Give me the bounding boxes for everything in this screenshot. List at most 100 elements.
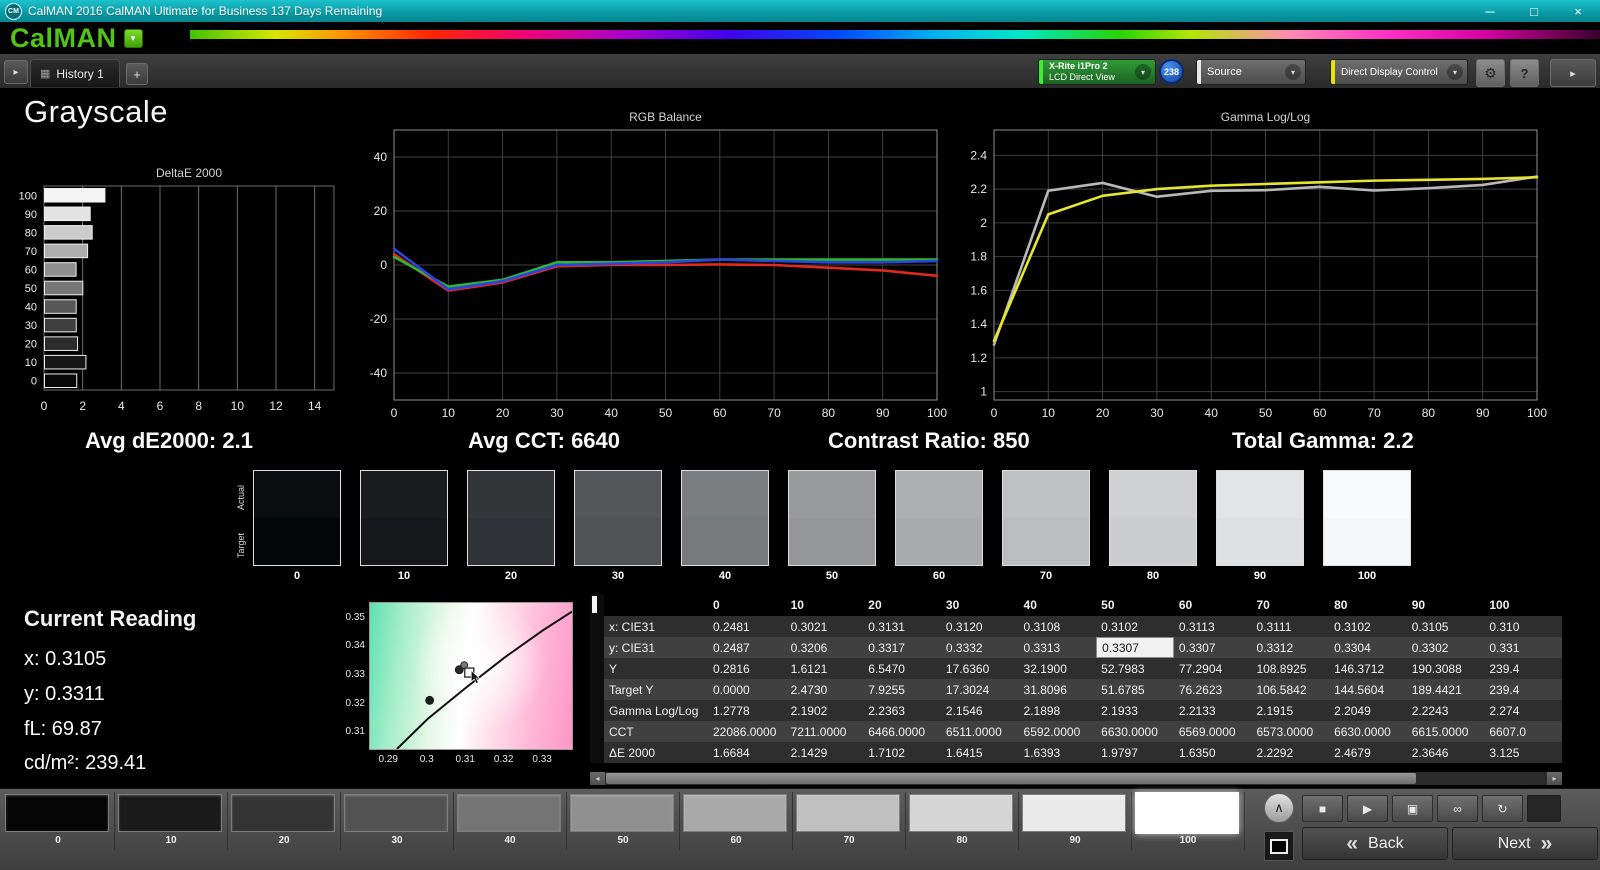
table-cell[interactable]: 190.3088 <box>1406 658 1485 679</box>
meter-dropdown[interactable]: X-Rite i1Pro 2 LCD Direct View ▾ <box>1038 59 1156 85</box>
pattern-window-button[interactable] <box>1264 831 1294 861</box>
table-cell[interactable]: 6.5470 <box>863 658 941 679</box>
table-cell[interactable]: 7211.0000 <box>785 721 864 742</box>
table-cell[interactable]: 0.3313 <box>1018 637 1097 658</box>
table-cell[interactable]: 0.2481 <box>708 616 786 637</box>
table-cell[interactable]: 0.3206 <box>785 637 864 658</box>
patch-button[interactable]: 90 <box>1019 792 1132 850</box>
table-cell[interactable]: 1.6415 <box>940 742 1019 763</box>
table-cell[interactable]: 0.3105 <box>1406 616 1485 637</box>
table-cell[interactable]: 0.3102 <box>1096 616 1174 637</box>
table-cell[interactable]: 2.2363 <box>863 700 941 721</box>
minimize-button[interactable]: ─ <box>1468 0 1512 22</box>
table-cell[interactable]: 0.331 <box>1484 637 1562 658</box>
table-cell[interactable]: 0.310 <box>1484 616 1562 637</box>
table-cell[interactable]: 22086.0000 <box>708 721 786 742</box>
patch-button[interactable]: 80 <box>906 792 1019 850</box>
continuous-read-button[interactable]: ∞ <box>1437 795 1478 822</box>
settings-button[interactable]: ⚙ <box>1476 59 1505 87</box>
table-cell[interactable]: 1.7102 <box>863 742 941 763</box>
close-button[interactable]: × <box>1556 0 1600 22</box>
table-cell[interactable]: 6466.0000 <box>863 721 941 742</box>
table-cell[interactable]: 0.2487 <box>708 637 786 658</box>
table-cell[interactable]: 2.2292 <box>1251 742 1330 763</box>
dock-button[interactable]: ▸ <box>4 60 28 84</box>
scroll-left-arrow[interactable]: ◂ <box>590 772 605 785</box>
table-cell[interactable]: 6592.0000 <box>1018 721 1097 742</box>
table-cell[interactable]: 6630.0000 <box>1096 721 1174 742</box>
repeat-button[interactable]: ↻ <box>1482 795 1523 822</box>
expand-panel-button[interactable]: ▸ <box>1550 59 1596 87</box>
table-cell[interactable]: 0.3111 <box>1251 616 1330 637</box>
table-cell[interactable]: 146.3712 <box>1329 658 1407 679</box>
calman-logo-menu[interactable]: CalMAN ▾ <box>10 22 143 54</box>
table-cell[interactable]: 106.5842 <box>1251 679 1330 700</box>
table-cell[interactable]: 7.9255 <box>863 679 941 700</box>
table-cell[interactable]: 6607.0 <box>1484 721 1562 742</box>
table-cell[interactable]: 0.3312 <box>1251 637 1330 658</box>
table-cell[interactable]: 239.4 <box>1484 679 1562 700</box>
table-cell[interactable]: 0.3113 <box>1173 616 1252 637</box>
table-cell[interactable]: 2.1933 <box>1096 700 1174 721</box>
table-cell[interactable]: 2.2049 <box>1329 700 1407 721</box>
back-button[interactable]: « Back <box>1302 827 1448 860</box>
patch-button[interactable]: 50 <box>567 792 680 850</box>
table-cell[interactable]: 0.2816 <box>708 658 786 679</box>
logo-dropdown-icon[interactable]: ▾ <box>123 28 143 48</box>
table-cell[interactable]: 1.6121 <box>785 658 864 679</box>
patch-button[interactable]: 100 <box>1132 792 1245 850</box>
table-cell[interactable]: 6630.0000 <box>1329 721 1407 742</box>
table-cell[interactable]: 6569.0000 <box>1173 721 1252 742</box>
table-cell[interactable]: 2.1546 <box>940 700 1019 721</box>
table-cell[interactable]: 1.6350 <box>1173 742 1252 763</box>
table-cell[interactable]: 2.274 <box>1484 700 1562 721</box>
next-button[interactable]: Next » <box>1452 827 1598 860</box>
source-dropdown[interactable]: Source ▾ <box>1196 59 1306 85</box>
patch-button[interactable]: 10 <box>115 792 228 850</box>
table-cell[interactable]: 0.3108 <box>1018 616 1097 637</box>
table-cell[interactable]: 51.6785 <box>1096 679 1174 700</box>
table-cell[interactable]: 0.3317 <box>863 637 941 658</box>
patch-button[interactable]: 30 <box>341 792 454 850</box>
table-cell[interactable]: 2.1902 <box>785 700 864 721</box>
table-cell[interactable]: 1.6393 <box>1018 742 1097 763</box>
patch-button[interactable]: 20 <box>228 792 341 850</box>
table-cell[interactable]: 1.2778 <box>708 700 786 721</box>
stop-button[interactable]: ■ <box>1302 795 1343 822</box>
table-cell[interactable]: 0.3307 <box>1173 637 1252 658</box>
table-cell[interactable]: 6615.0000 <box>1406 721 1485 742</box>
patch-button[interactable]: 0 <box>2 792 115 850</box>
table-cell[interactable]: 0.3131 <box>863 616 941 637</box>
table-cell[interactable]: 189.4421 <box>1406 679 1485 700</box>
table-cell[interactable]: 0.3304 <box>1329 637 1407 658</box>
table-cell[interactable]: 108.8925 <box>1251 658 1330 679</box>
table-cell[interactable]: 2.1915 <box>1251 700 1330 721</box>
table-cell[interactable]: 2.1429 <box>785 742 864 763</box>
table-cell[interactable]: 32.1900 <box>1018 658 1097 679</box>
table-cell[interactable]: 31.8096 <box>1018 679 1097 700</box>
table-cell[interactable]: 3.125 <box>1484 742 1562 763</box>
collapse-panel-button[interactable]: ∧ <box>1264 793 1294 823</box>
table-cell[interactable]: 0.0000 <box>708 679 786 700</box>
scrollbar-track[interactable] <box>605 772 1547 785</box>
table-cell[interactable]: 77.2904 <box>1173 658 1252 679</box>
table-cell[interactable]: 0.3332 <box>940 637 1019 658</box>
scrollbar-thumb[interactable] <box>606 773 1417 784</box>
help-button[interactable]: ? <box>1510 59 1539 87</box>
table-cell[interactable]: 239.4 <box>1484 658 1562 679</box>
table-cell[interactable]: 2.4730 <box>785 679 864 700</box>
table-cell[interactable]: 17.6360 <box>940 658 1019 679</box>
table-cell[interactable]: 1.6684 <box>708 742 786 763</box>
table-cell[interactable]: 0.3307 <box>1096 637 1174 658</box>
play-button[interactable]: ▶ <box>1347 795 1388 822</box>
maximize-button[interactable]: □ <box>1512 0 1556 22</box>
add-tab-button[interactable]: + <box>126 63 148 85</box>
patch-button[interactable]: 70 <box>793 792 906 850</box>
table-cell[interactable]: 0.3021 <box>785 616 864 637</box>
table-cell[interactable]: 76.2623 <box>1173 679 1252 700</box>
table-cell[interactable]: 144.5604 <box>1329 679 1407 700</box>
table-cell[interactable]: 52.7983 <box>1096 658 1174 679</box>
capture-button[interactable]: ▣ <box>1392 795 1433 822</box>
tab-history-1[interactable]: ▦ History 1 <box>30 59 120 87</box>
table-cell[interactable]: 2.2243 <box>1406 700 1485 721</box>
